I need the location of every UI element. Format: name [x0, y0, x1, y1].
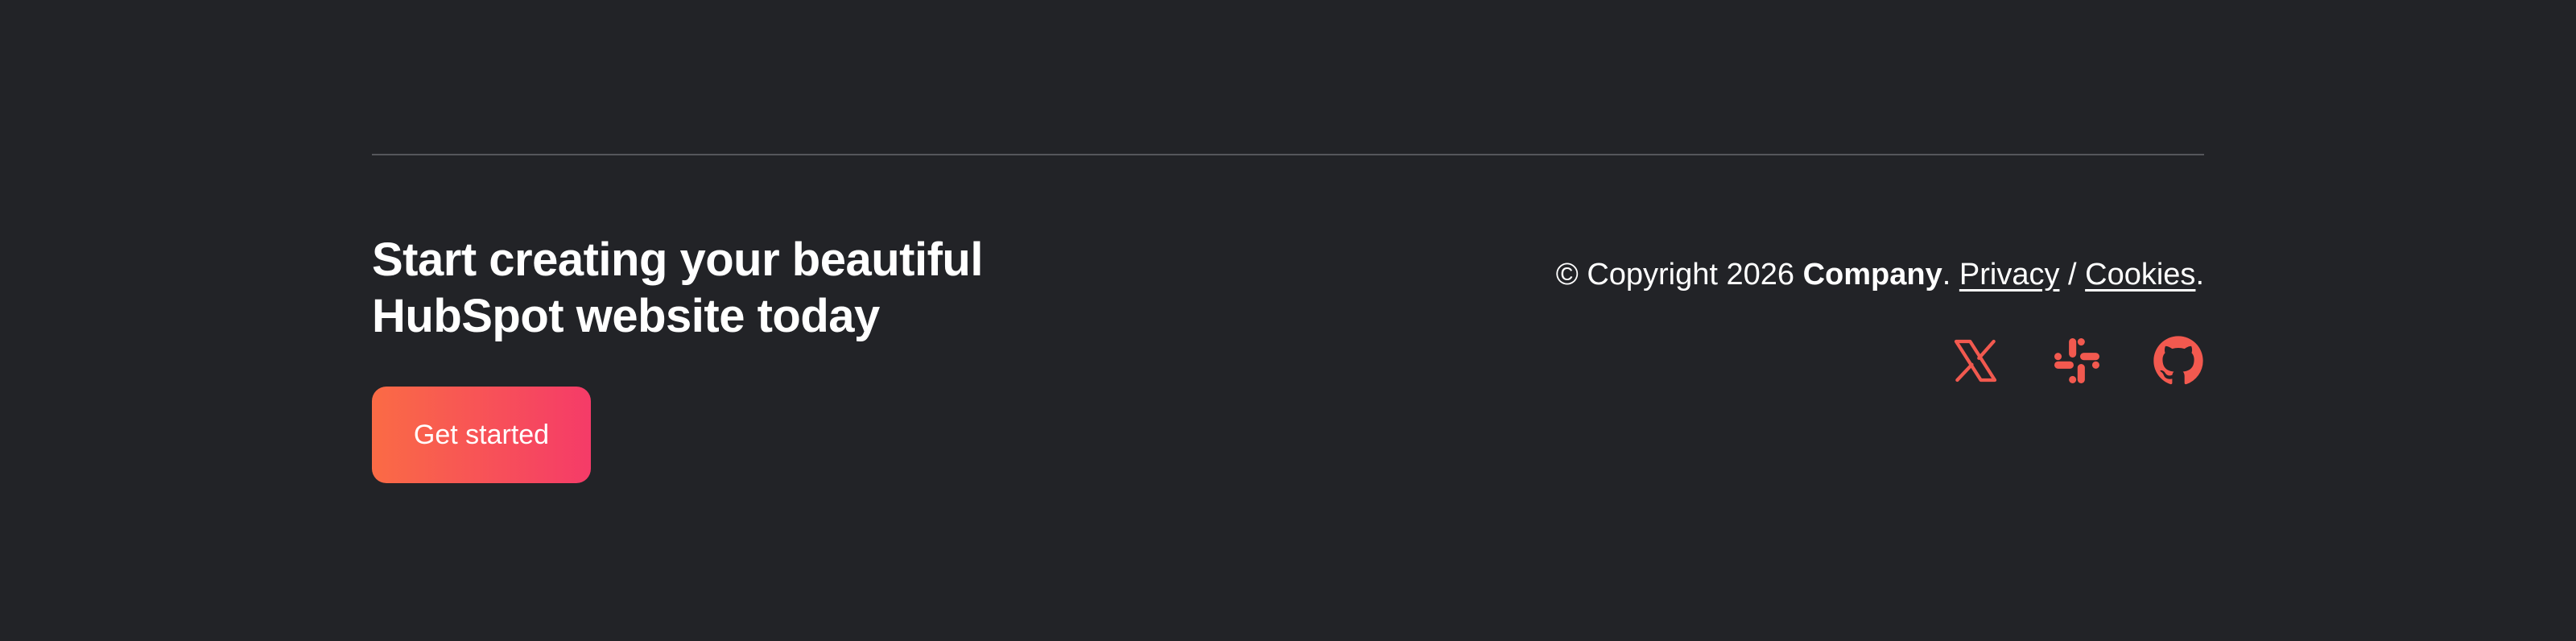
site-footer: Start creating your beautiful HubSpot we… [0, 0, 2576, 641]
slack-icon [2051, 335, 2103, 387]
footer-cta: Start creating your beautiful HubSpot we… [372, 232, 1032, 483]
get-started-button[interactable]: Get started [372, 387, 591, 483]
company-name: Company [1802, 258, 1942, 292]
social-links [1950, 335, 2204, 387]
x-twitter-icon [1950, 335, 2001, 387]
github-icon [2153, 335, 2204, 387]
cta-heading-line-1: Start creating your beautiful [372, 234, 983, 286]
copyright-separator: . [1942, 258, 1959, 292]
copyright-line: © Copyright 2026 Company. Privacy / Cook… [1556, 251, 2204, 298]
cta-heading: Start creating your beautiful HubSpot we… [372, 232, 1032, 345]
privacy-link[interactable]: Privacy [1959, 258, 2060, 292]
copyright-end: . [2195, 258, 2204, 292]
footer-divider [372, 154, 2204, 155]
links-separator: / [2059, 258, 2086, 292]
x-twitter-link[interactable] [1950, 335, 2001, 387]
slack-link[interactable] [2051, 335, 2103, 387]
cookies-link[interactable]: Cookies [2085, 258, 2195, 292]
copyright-text: © Copyright 2026 [1555, 258, 1803, 292]
github-link[interactable] [2153, 335, 2204, 387]
cta-heading-line-2: HubSpot website today [372, 290, 880, 342]
